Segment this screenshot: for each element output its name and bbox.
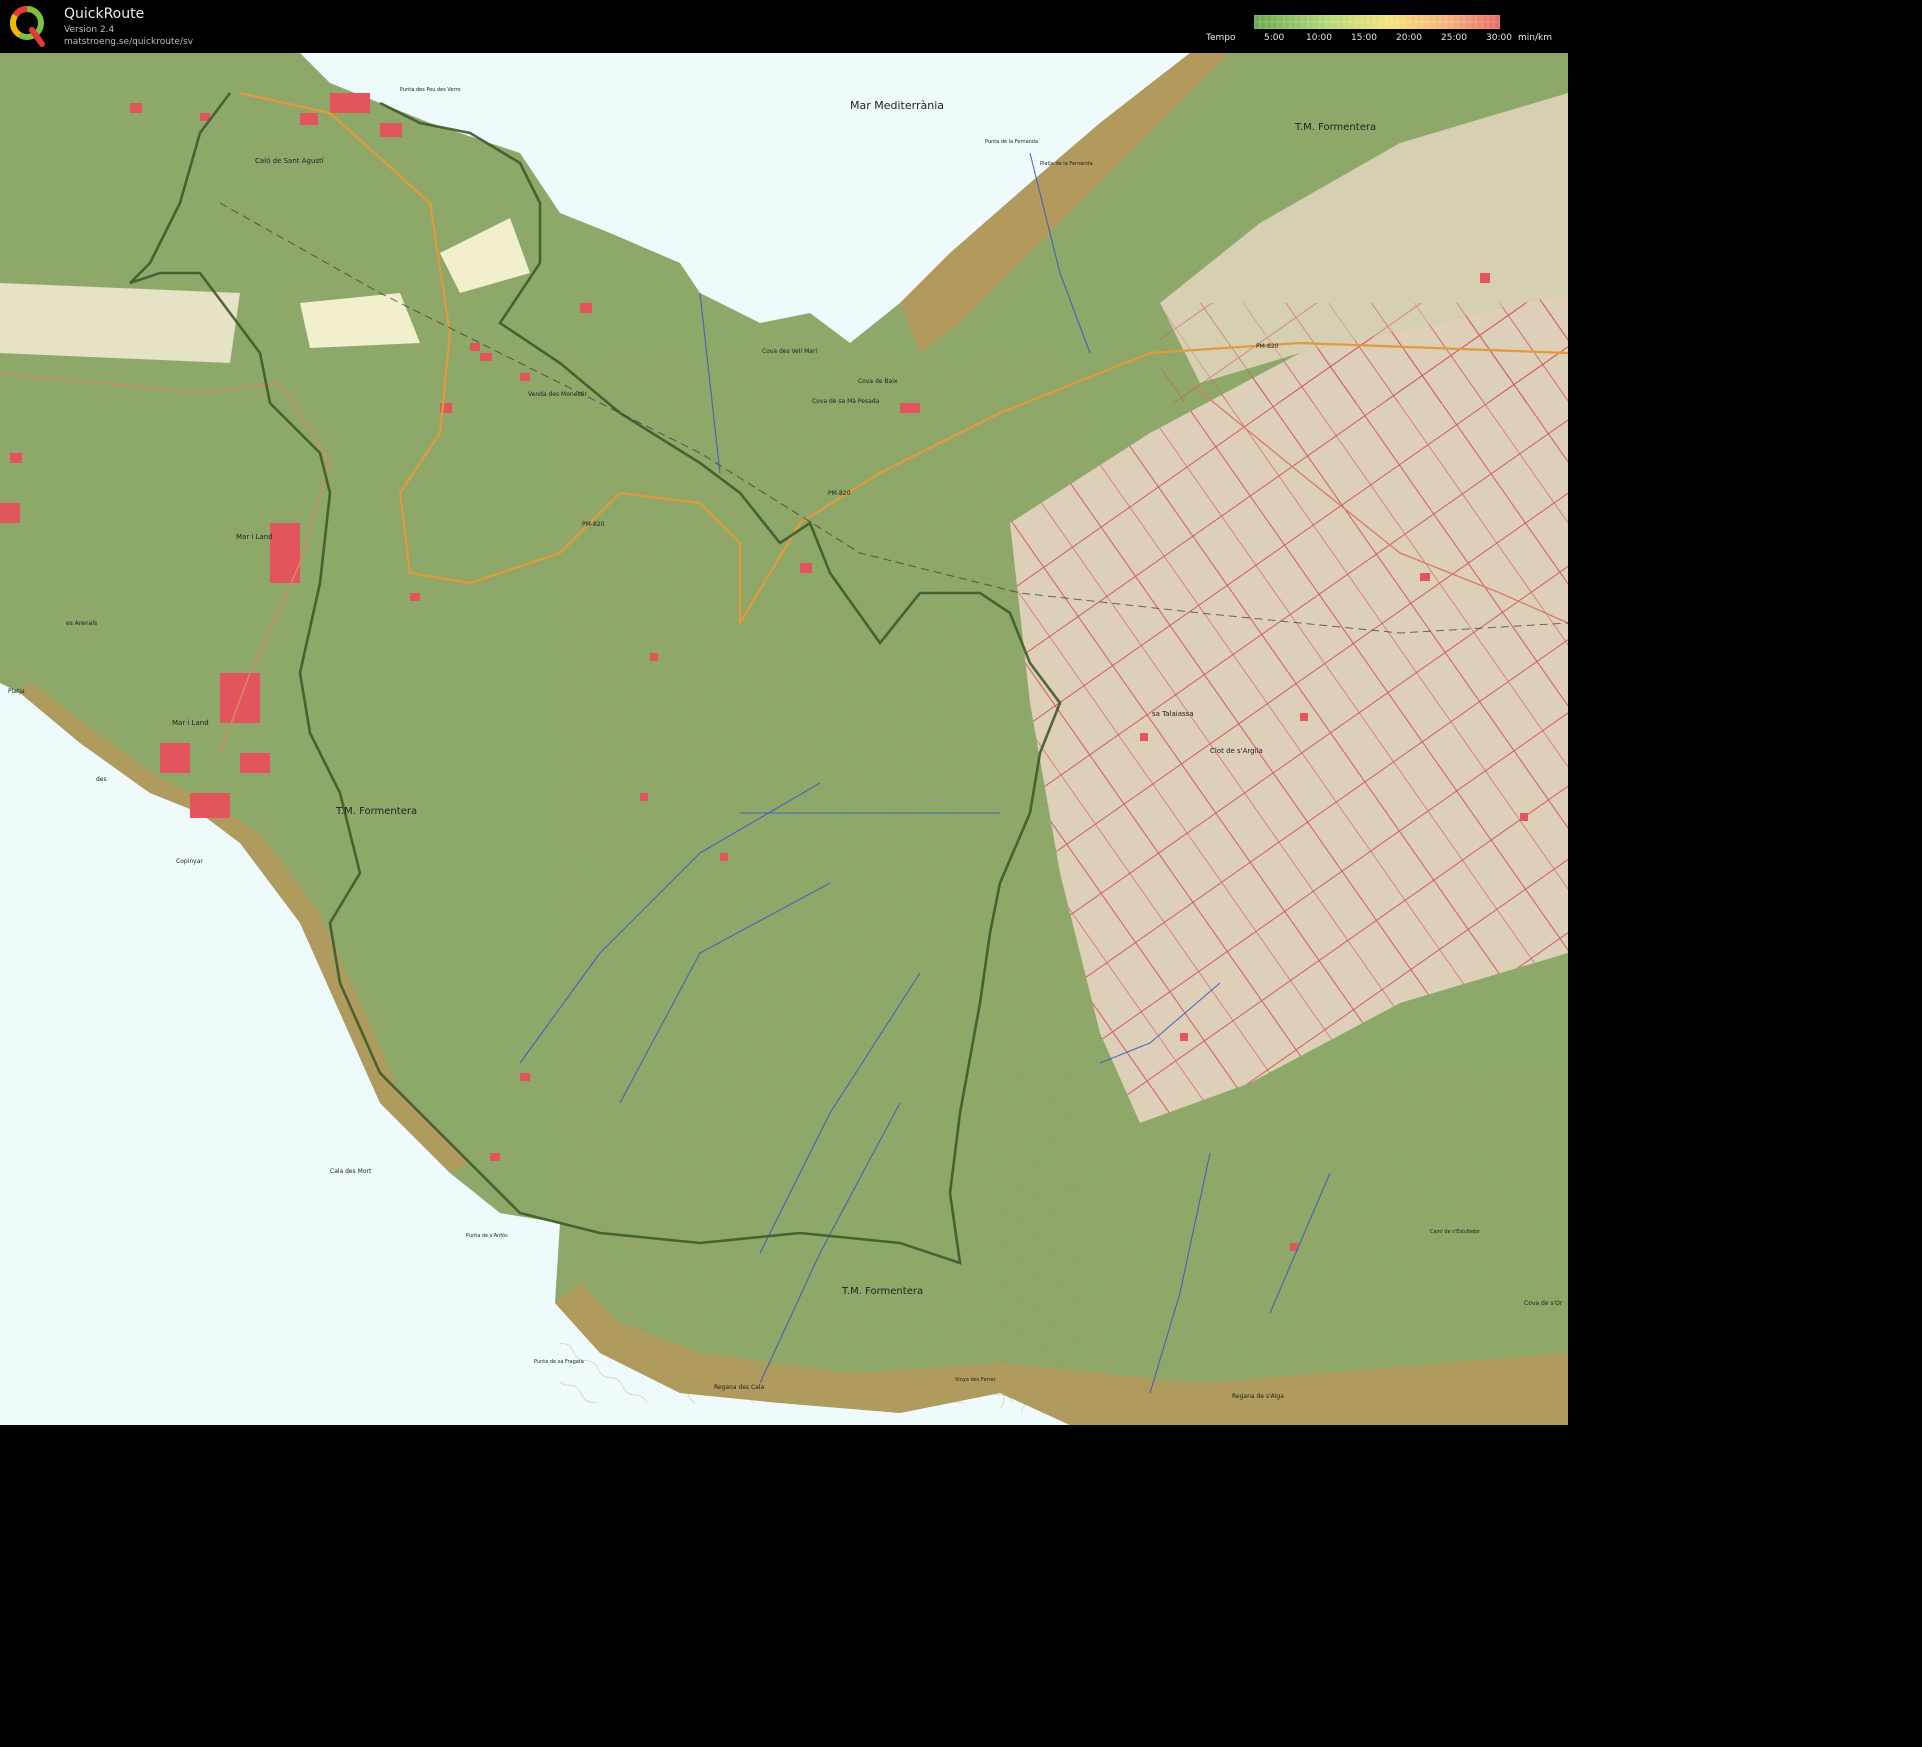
- field-area-west-2: [300, 293, 420, 348]
- contour-lines-south: [1000, 1073, 1568, 1413]
- label-cova-vell-mari: Cova des Vell Marí: [762, 348, 817, 355]
- label-sa-talaiassa: sa Talaiassa: [1152, 710, 1194, 718]
- tempo-tick-20: 20:00: [1396, 33, 1422, 43]
- app-version: Version 2.4: [64, 25, 115, 35]
- label-tm-formentera-w: T.M. Formentera: [335, 806, 417, 817]
- label-pm820-a: PM-820: [582, 521, 605, 528]
- label-tm-formentera-s: T.M. Formentera: [841, 1286, 923, 1297]
- tempo-tick-15: 15:00: [1351, 33, 1377, 43]
- label-es-arenals: es Arenals: [66, 620, 97, 627]
- tempo-label: Tempo: [1206, 33, 1236, 43]
- label-punta-fragata: Punta de sa Fragata: [534, 1359, 584, 1365]
- field-area-west: [0, 283, 240, 363]
- tempo-tick-5: 5:00: [1264, 33, 1285, 43]
- label-pm820-b: PM-820: [828, 490, 851, 497]
- label-mar-i-land-2: Mar i Land: [172, 719, 209, 727]
- label-regana-cala: Regana des Cala: [714, 1384, 765, 1391]
- label-cami-estufador: Camí de s'Estufador: [1430, 1228, 1481, 1235]
- quickroute-logo-icon: [10, 6, 45, 47]
- tempo-tick-30: 30:00: [1486, 33, 1512, 43]
- label-cova-baix: Cova de Baix: [858, 378, 898, 385]
- label-sea: Mar Mediterrània: [850, 99, 944, 112]
- app-url: matstroeng.se/quickroute/sv: [64, 37, 194, 47]
- label-cova-ma-pesada: Cova de sa Mà Pesada: [812, 398, 880, 405]
- label-platja-fernanda: Platja de la Fernanda: [1040, 161, 1093, 167]
- label-punta-fernanda: Punta de la Fernanda: [985, 139, 1038, 145]
- orienteering-map[interactable]: Mar Mediterrània T.M. Formentera T.M. Fo…: [0, 53, 1568, 1425]
- label-clot-argila: Clot de s'Argila: [1210, 747, 1263, 755]
- label-calo: Caló de Sant Agustí: [255, 157, 325, 165]
- label-cala-mort: Cala des Mort: [330, 1168, 372, 1175]
- label-copinyar: Copinyar: [176, 858, 203, 865]
- tempo-color-scale: [1254, 15, 1500, 29]
- label-cova-or: Cova de s'Or: [1524, 1300, 1563, 1307]
- tempo-tick-25: 25:00: [1441, 33, 1467, 43]
- label-mar-i-land: Mar i Land: [236, 533, 273, 541]
- label-tm-formentera-ne: T.M. Formentera: [1294, 122, 1376, 133]
- label-punta-pou: Punta des Pou des Verro: [400, 87, 461, 93]
- label-vinya: Vinya des Ferrer: [955, 1377, 997, 1383]
- app-title: QuickRoute: [64, 6, 145, 22]
- label-punta-anfos: Punta de s'Anfós: [466, 1232, 508, 1239]
- label-regana-alga: Regana de s'Alga: [1232, 1393, 1284, 1400]
- label-venda-monestir: Venda des Monestir: [528, 391, 588, 398]
- label-des: des: [96, 776, 107, 783]
- title-bar: QuickRoute Version 2.4 matstroeng.se/qui…: [0, 0, 1568, 53]
- tempo-unit: min/km: [1518, 33, 1552, 43]
- label-pm820-c: PM-820: [1256, 343, 1279, 350]
- tempo-tick-10: 10:00: [1306, 33, 1332, 43]
- label-platja: Platja: [8, 688, 25, 695]
